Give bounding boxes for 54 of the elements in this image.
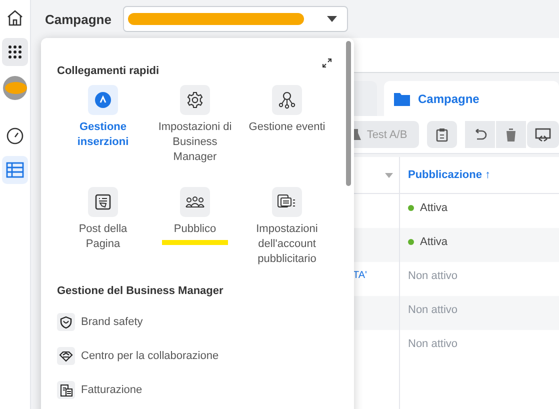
quick-link[interactable]: Gestione eventi bbox=[241, 85, 333, 179]
status-dot bbox=[408, 239, 414, 245]
swap-icon bbox=[535, 128, 551, 142]
tab[interactable]: Campagne bbox=[384, 81, 559, 116]
status-cell: Attiva bbox=[408, 236, 448, 248]
scrollbar[interactable] bbox=[346, 41, 351, 186]
status-cell: Non attivo bbox=[408, 270, 458, 282]
grid-menu-icon bbox=[8, 45, 22, 59]
gauge-icon bbox=[6, 127, 24, 145]
trash-icon bbox=[505, 128, 517, 142]
ad-account-icon bbox=[277, 194, 297, 210]
caret-icon bbox=[327, 16, 338, 22]
quick-link-label: Impostazioni di Business Manager bbox=[157, 120, 233, 165]
menu-item[interactable]: Fatturazione bbox=[57, 373, 340, 407]
quick-link-label: Pubblico bbox=[174, 222, 216, 237]
quick-link-label: Post della Pagina bbox=[78, 222, 128, 252]
billing-icon bbox=[60, 384, 72, 396]
shield-icon bbox=[60, 316, 72, 328]
people-icon bbox=[185, 195, 205, 209]
page-title: Campagne bbox=[45, 12, 112, 26]
status-dot bbox=[408, 205, 414, 211]
quick-link-label: Gestione eventi bbox=[248, 120, 326, 135]
menu-item[interactable]: Brand safety bbox=[57, 305, 340, 339]
undo-icon bbox=[473, 128, 487, 140]
column-header[interactable]: Pubblicazione ↑ bbox=[408, 169, 491, 181]
delete-button[interactable] bbox=[496, 121, 526, 148]
page-post-icon bbox=[94, 193, 112, 211]
folder-icon bbox=[394, 92, 410, 106]
undo-button[interactable] bbox=[465, 121, 495, 148]
status-cell: Non attivo bbox=[408, 338, 458, 350]
clipboard-button[interactable] bbox=[427, 121, 457, 148]
quick-link[interactable]: Post della Pagina bbox=[57, 187, 149, 281]
quick-link[interactable]: Impostazioni dell'account pubblicitario bbox=[241, 187, 333, 281]
quick-link-label: Gestione inserzioni bbox=[76, 120, 130, 150]
section-title: Collegamenti rapidi bbox=[57, 65, 160, 77]
table-cell[interactable]: TA' bbox=[353, 270, 367, 281]
section-title: Gestione del Business Manager bbox=[57, 285, 224, 297]
swap-button[interactable] bbox=[527, 121, 559, 148]
avatar-icon bbox=[2, 75, 28, 101]
home-icon bbox=[6, 9, 24, 27]
quick-link-label: Impostazioni dell'account pubblicitario bbox=[255, 222, 319, 267]
network-icon bbox=[278, 91, 296, 109]
quick-link[interactable]: Pubblico bbox=[149, 187, 241, 281]
status-cell: Non attivo bbox=[408, 304, 458, 316]
menu-item[interactable]: Centro per la collaborazione bbox=[57, 339, 340, 373]
quick-link[interactable]: Impostazioni di Business Manager bbox=[149, 85, 241, 179]
settings-icon bbox=[186, 91, 204, 109]
status-cell: Attiva bbox=[408, 202, 448, 214]
rail-button[interactable] bbox=[2, 38, 28, 66]
clipboard-icon bbox=[436, 128, 448, 142]
table-icon bbox=[6, 162, 24, 178]
quick-link[interactable]: Gestione inserzioni bbox=[57, 85, 149, 179]
expand-icon[interactable] bbox=[322, 58, 332, 68]
ads-manager-icon bbox=[95, 92, 111, 108]
